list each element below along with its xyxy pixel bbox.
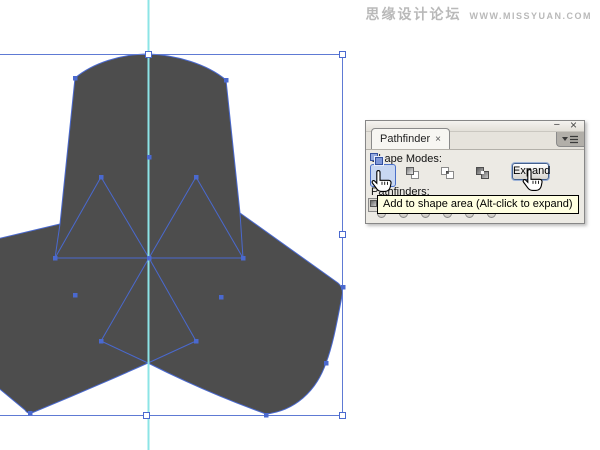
illustrator-artboard[interactable] — [0, 0, 600, 450]
tab-label: Pathfinder — [380, 133, 430, 145]
tab-pathfinder[interactable]: Pathfinder × — [371, 128, 450, 149]
tab-close-icon[interactable]: × — [435, 134, 441, 145]
panel-flyout-menu-button[interactable] — [556, 132, 584, 147]
subtract-shape-button[interactable] — [406, 167, 421, 181]
exclude-shape-button[interactable] — [476, 167, 491, 181]
add-shape-icon[interactable] — [370, 153, 385, 167]
flyout-menu-icon — [562, 135, 579, 144]
watermark-site-name: 思缘设计论坛 — [366, 4, 462, 24]
combined-shape[interactable] — [0, 54, 343, 414]
watermark-site-url: www.missyuan.com — [470, 11, 593, 21]
watermark: 思缘设计论坛 www.missyuan.com — [366, 4, 593, 24]
intersect-shape-button[interactable] — [441, 167, 456, 181]
add-shape-button[interactable] — [370, 164, 396, 187]
panel-minimize-button[interactable]: − — [554, 120, 560, 131]
panel-close-button[interactable]: × — [570, 120, 577, 131]
expand-button[interactable]: Expand — [512, 163, 549, 180]
panel-tab-row: Pathfinder × — [366, 132, 584, 150]
tooltip: Add to shape area (Alt-click to expand) — [377, 195, 579, 214]
